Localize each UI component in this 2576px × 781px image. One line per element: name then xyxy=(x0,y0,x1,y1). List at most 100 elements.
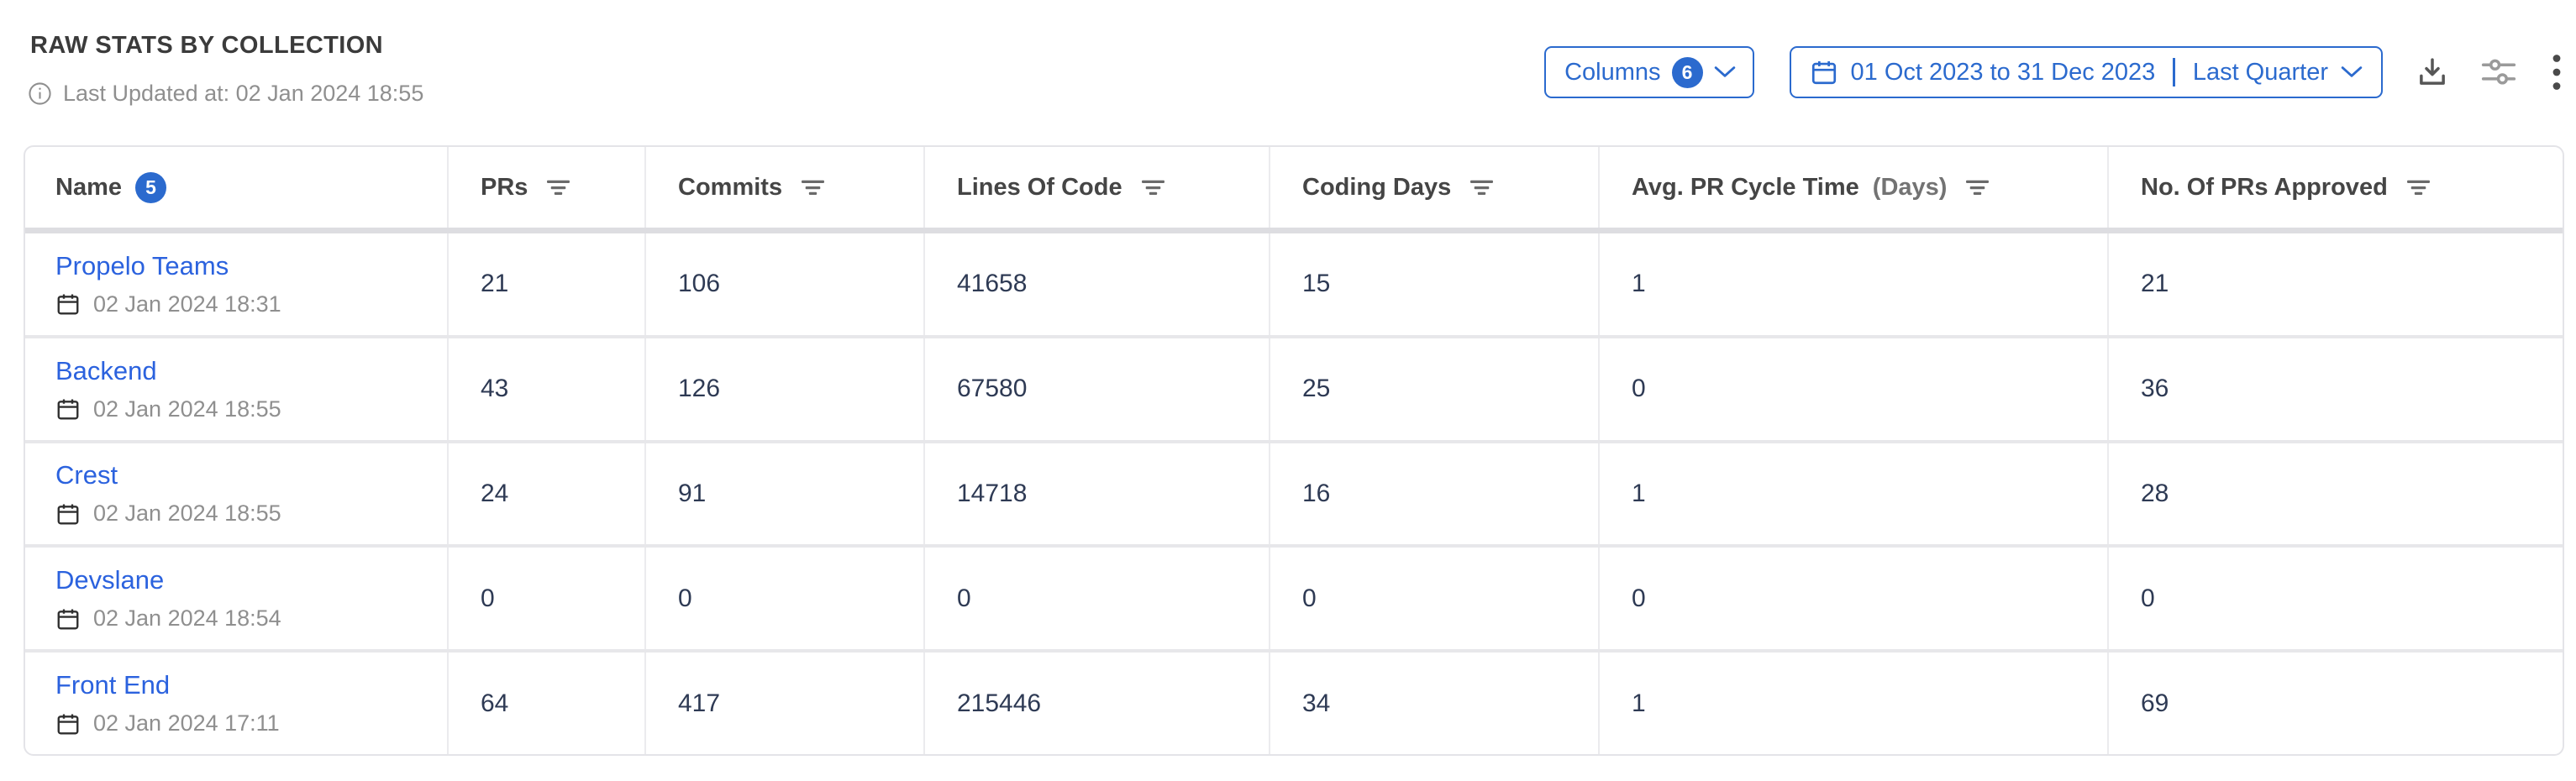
settings-sliders-button[interactable] xyxy=(2479,46,2519,98)
cell-no-of-prs-approved: 0 xyxy=(2109,548,2563,649)
cell-commits: 91 xyxy=(646,443,925,545)
page-title: RAW STATS BY COLLECTION xyxy=(30,32,383,60)
table-row: Devslane02 Jan 2024 18:54000000 xyxy=(25,544,2563,649)
filter-icon[interactable] xyxy=(1141,177,1165,197)
cell-prs: 21 xyxy=(449,233,646,335)
download-icon xyxy=(2415,55,2450,90)
row-updated: 02 Jan 2024 17:11 xyxy=(55,710,280,736)
divider xyxy=(2173,58,2175,86)
columns-button-label: Columns xyxy=(1564,59,1660,86)
info-icon xyxy=(28,81,52,106)
header-separator xyxy=(25,228,2563,233)
column-header-avg-pr-cycle-time[interactable]: Avg. PR Cycle Time(Days) xyxy=(1600,147,2109,228)
cell-coding-days: 25 xyxy=(1270,338,1600,440)
cell-coding-days: 0 xyxy=(1270,548,1600,649)
date-preset-text: Last Quarter xyxy=(2193,59,2328,86)
row-updated-text: 02 Jan 2024 18:55 xyxy=(93,396,281,422)
column-header-label: Commits xyxy=(678,174,782,202)
filter-icon[interactable] xyxy=(1965,177,1990,197)
cell-avg-pr-cycle-time: 0 xyxy=(1600,548,2109,649)
cell-no-of-prs-approved: 21 xyxy=(2109,233,2563,335)
calendar-icon xyxy=(55,711,81,736)
name-cell: Front End 02 Jan 2024 17:11 xyxy=(25,653,449,754)
row-updated: 02 Jan 2024 18:55 xyxy=(55,501,281,527)
cell-avg-pr-cycle-time: 0 xyxy=(1600,338,2109,440)
cell-prs: 43 xyxy=(449,338,646,440)
row-updated: 02 Jan 2024 18:54 xyxy=(55,605,281,632)
collection-link[interactable]: Devslane xyxy=(55,565,164,595)
cell-avg-pr-cycle-time: 1 xyxy=(1600,443,2109,545)
cell-commits: 417 xyxy=(646,653,925,754)
chevron-down-icon xyxy=(2341,66,2363,79)
calendar-icon xyxy=(55,606,81,632)
cell-prs: 64 xyxy=(449,653,646,754)
toolbar: Columns 6 01 Oct 2023 to xyxy=(1544,46,2563,98)
sliders-icon xyxy=(2479,55,2519,90)
column-header-label: Lines Of Code xyxy=(957,174,1122,202)
table-row: Front End 02 Jan 2024 17:11 64417215446341… xyxy=(25,649,2563,754)
raw-stats-page: RAW STATS BY COLLECTION Last Updated at:… xyxy=(0,0,2576,781)
row-updated: 02 Jan 2024 18:55 xyxy=(55,396,281,422)
cell-commits: 0 xyxy=(646,548,925,649)
row-updated: 02 Jan 2024 18:31 xyxy=(55,291,281,317)
cell-coding-days: 15 xyxy=(1270,233,1600,335)
cell-lines-of-code: 215446 xyxy=(925,653,1270,754)
table-row: Backend 02 Jan 2024 18:55 431266758025036 xyxy=(25,335,2563,440)
calendar-icon xyxy=(55,501,81,527)
collection-link[interactable]: Backend xyxy=(55,356,157,386)
row-updated-text: 02 Jan 2024 18:31 xyxy=(93,291,281,317)
cell-commits: 126 xyxy=(646,338,925,440)
cell-lines-of-code: 41658 xyxy=(925,233,1270,335)
column-header-label: No. Of PRs Approved xyxy=(2141,174,2388,202)
chevron-down-icon xyxy=(1714,66,1736,79)
column-header-prs[interactable]: PRs xyxy=(449,147,646,228)
row-updated-text: 02 Jan 2024 18:55 xyxy=(93,501,281,527)
kebab-menu-icon xyxy=(2551,54,2563,91)
cell-coding-days: 16 xyxy=(1270,443,1600,545)
cell-avg-pr-cycle-time: 1 xyxy=(1600,653,2109,754)
cell-no-of-prs-approved: 69 xyxy=(2109,653,2563,754)
filter-icon[interactable] xyxy=(2406,177,2431,197)
collection-link[interactable]: Front End xyxy=(55,670,170,700)
cell-lines-of-code: 0 xyxy=(925,548,1270,649)
column-header-commits[interactable]: Commits xyxy=(646,147,925,228)
stats-table: Name 5 PRs Commits Lines Of Code Coding Days A… xyxy=(24,145,2564,756)
column-header-label: Coding Days xyxy=(1302,174,1451,202)
cell-no-of-prs-approved: 36 xyxy=(2109,338,2563,440)
column-header-lines-of-code[interactable]: Lines Of Code xyxy=(925,147,1270,228)
cell-lines-of-code: 67580 xyxy=(925,338,1270,440)
collection-link[interactable]: Crest xyxy=(55,460,118,490)
download-button[interactable] xyxy=(2415,46,2450,98)
calendar-icon xyxy=(55,396,81,422)
name-cell: Crest 02 Jan 2024 18:55 xyxy=(25,443,449,545)
columns-count-badge: 6 xyxy=(1672,57,1703,88)
filter-icon[interactable] xyxy=(546,177,570,197)
kebab-menu-button[interactable] xyxy=(2551,46,2563,98)
table-body: Propelo Teams02 Jan 2024 18:312110641658… xyxy=(25,233,2563,754)
filter-icon[interactable] xyxy=(801,177,825,197)
date-range-button[interactable]: 01 Oct 2023 to 31 Dec 2023 Last Quarter xyxy=(1790,46,2383,98)
name-count-badge: 5 xyxy=(135,172,166,203)
column-header-coding-days[interactable]: Coding Days xyxy=(1270,147,1600,228)
name-cell: Devslane 02 Jan 2024 18:54 xyxy=(25,548,449,649)
last-updated: Last Updated at: 02 Jan 2024 18:55 xyxy=(28,81,423,107)
cell-no-of-prs-approved: 28 xyxy=(2109,443,2563,545)
column-header-name[interactable]: Name 5 xyxy=(25,147,449,228)
cell-avg-pr-cycle-time: 1 xyxy=(1600,233,2109,335)
cell-prs: 24 xyxy=(449,443,646,545)
last-updated-text: Last Updated at: 02 Jan 2024 18:55 xyxy=(63,81,423,107)
cell-lines-of-code: 14718 xyxy=(925,443,1270,545)
column-header-no-of-prs-approved[interactable]: No. Of PRs Approved xyxy=(2109,147,2563,228)
column-header-label: Name xyxy=(55,174,122,202)
filter-icon[interactable] xyxy=(1469,177,1494,197)
row-updated-text: 02 Jan 2024 18:54 xyxy=(93,605,281,632)
date-range-text: 01 Oct 2023 to 31 Dec 2023 xyxy=(1851,59,2156,86)
name-cell: Propelo Teams 02 Jan 2024 18:31 xyxy=(25,233,449,335)
cell-coding-days: 34 xyxy=(1270,653,1600,754)
columns-button[interactable]: Columns 6 xyxy=(1544,46,1753,98)
name-cell: Backend 02 Jan 2024 18:55 xyxy=(25,338,449,440)
collection-link[interactable]: Propelo Teams xyxy=(55,251,229,281)
table-row: Propelo Teams02 Jan 2024 18:312110641658… xyxy=(25,233,2563,335)
column-header-label: PRs xyxy=(481,174,528,202)
calendar-icon xyxy=(1810,58,1838,86)
